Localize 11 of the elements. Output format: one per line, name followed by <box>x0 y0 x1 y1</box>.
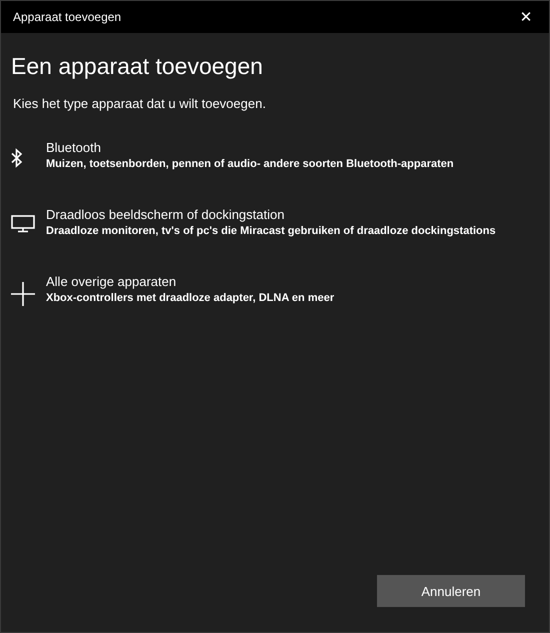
plus-icon <box>11 282 35 306</box>
bluetooth-icon <box>11 148 23 168</box>
dialog-heading: Een apparaat toevoegen <box>11 53 264 80</box>
device-type-option[interactable]: Alle overige apparaten Xbox-controllers met draadloze adapter, DLNA en meer <box>46 274 334 304</box>
cancel-button[interactable]: Annuleren <box>377 575 525 607</box>
close-button[interactable]: ✕ <box>503 1 549 33</box>
instruction-text: Kies het type apparaat dat u wilt toevoegen. <box>13 96 267 111</box>
window-title: Apparaat toevoegen <box>13 10 122 24</box>
device-type-option[interactable]: Bluetooth Muizen, toetsenborden, pennen of audio- andere soorten Bluetooth-apparaten <box>46 140 454 170</box>
device-type-option[interactable]: Draadloos beeldscherm of dockingstation Draadloze monitoren, tv's of pc's die Miracast gebruiken of draadloze dockingstations <box>46 207 496 237</box>
monitor-icon <box>11 215 35 233</box>
